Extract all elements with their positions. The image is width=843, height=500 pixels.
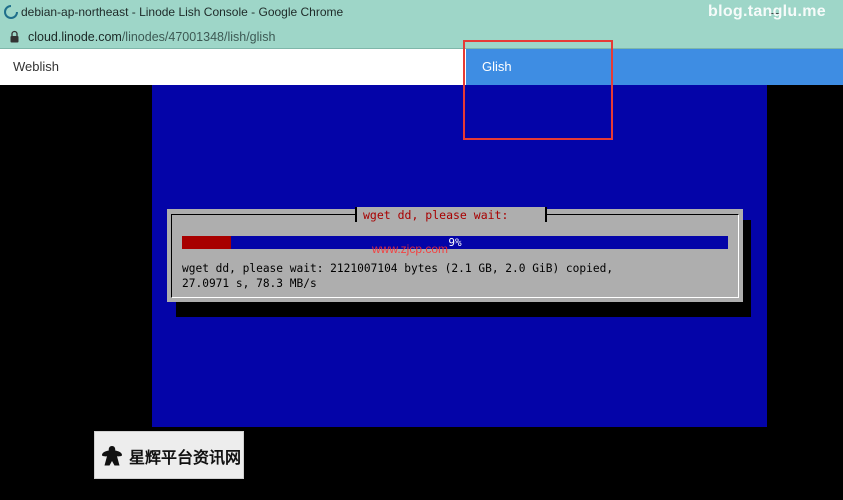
dialog-title: wget dd, please wait: — [363, 208, 509, 222]
status-line-1: wget dd, please wait: 2121007104 bytes (… — [182, 262, 614, 275]
progress-bar: 9% — [182, 236, 728, 249]
url-path: /linodes/47001348/lish/glish — [121, 30, 276, 44]
address-bar[interactable]: cloud.linode.com/linodes/47001348/lish/g… — [0, 25, 843, 49]
highlight-box — [463, 40, 613, 140]
window-title-bar: debian-ap-northeast - Linode Lish Consol… — [0, 0, 843, 25]
window-title: debian-ap-northeast - Linode Lish Consol… — [21, 5, 344, 19]
status-text: wget dd, please wait: 2121007104 bytes (… — [182, 262, 727, 291]
lock-icon — [10, 30, 19, 43]
meeple-icon — [102, 446, 122, 466]
watermark-blog: blog.tanglu.me — [708, 3, 826, 20]
url-text[interactable]: cloud.linode.com/linodes/47001348/lish/g… — [28, 30, 275, 44]
tab-weblish[interactable]: Weblish — [0, 49, 466, 85]
watermark-badge: 星辉平台资讯网 — [94, 431, 244, 479]
status-line-2: 27.0971 s, 78.3 MB/s — [182, 276, 317, 290]
watermark-zjcp: www.zjcp.com — [372, 242, 449, 256]
badge-text: 星辉平台资讯网 — [129, 450, 242, 467]
url-host: cloud.linode.com — [28, 30, 122, 44]
progress-percent: 9% — [448, 236, 462, 249]
tab-weblish-label: Weblish — [13, 59, 60, 74]
loading-spinner-icon — [4, 5, 18, 19]
